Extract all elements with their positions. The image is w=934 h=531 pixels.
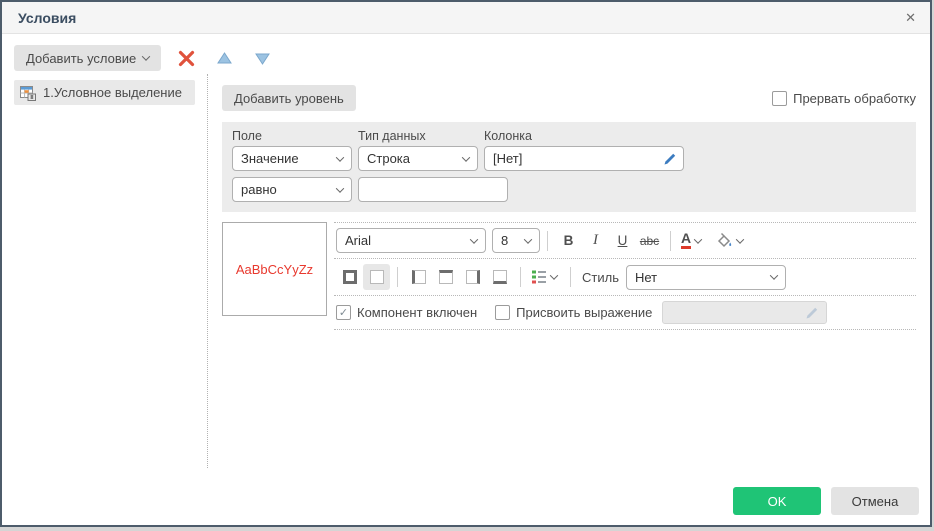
chevron-down-icon — [470, 235, 478, 243]
component-enabled-label: Компонент включен — [357, 305, 477, 320]
break-processing-checkbox[interactable]: Прервать обработку — [772, 91, 916, 106]
style-select-value: Нет — [635, 270, 657, 285]
level-editor: Добавить уровень Прервать обработку Поле… — [208, 72, 930, 472]
field-select-value: Значение — [241, 151, 299, 166]
style-editor: AaBbCcYyZz Arial 8 B — [222, 222, 916, 330]
ok-button[interactable]: OK — [733, 487, 821, 515]
border-top-button[interactable] — [432, 264, 459, 290]
font-size-value: 8 — [501, 233, 508, 248]
add-condition-button[interactable]: Добавить условие — [14, 45, 161, 71]
conditions-dialog: Условия ✕ Добавить условие — [0, 0, 932, 527]
expression-input-disabled — [662, 301, 827, 324]
dialog-title: Условия — [18, 10, 76, 26]
chevron-down-icon — [336, 184, 344, 192]
column-input[interactable] — [484, 146, 684, 171]
font-name-select[interactable]: Arial — [336, 228, 486, 253]
break-processing-label: Прервать обработку — [793, 91, 916, 106]
datatype-select-value: Строка — [367, 151, 410, 166]
style-preview-text: AaBbCcYyZz — [236, 262, 313, 277]
chevron-down-icon — [462, 153, 470, 161]
component-options-row: ✓ Компонент включен Присвоить выражение — [334, 295, 916, 330]
chevron-down-icon — [550, 271, 558, 279]
main-content: 1.Условное выделение Добавить уровень Пр… — [2, 72, 930, 472]
condition-form-row-1: Поле Значение Тип данных Строка — [232, 129, 906, 171]
font-toolbar: Arial 8 B I U abc — [334, 222, 916, 258]
chevron-down-icon — [142, 52, 150, 60]
list-item-label: 1.Условное выделение — [43, 85, 182, 100]
style-select[interactable]: Нет — [626, 265, 786, 290]
operand-input[interactable] — [358, 177, 508, 202]
dialog-footer: OK Отмена — [733, 487, 919, 515]
chevron-down-icon — [336, 153, 344, 161]
title-bar: Условия ✕ — [2, 2, 930, 34]
datatype-select[interactable]: Строка — [358, 146, 478, 171]
font-size-select[interactable]: 8 — [492, 228, 540, 253]
checkbox-checked-icon: ✓ — [336, 305, 351, 320]
edit-pencil-icon[interactable] — [663, 152, 677, 166]
cancel-button[interactable]: Отмена — [831, 487, 919, 515]
font-name-value: Arial — [345, 233, 371, 248]
field-select[interactable]: Значение — [232, 146, 352, 171]
separator — [520, 267, 521, 287]
toolbar: Добавить условие — [2, 34, 930, 72]
checkbox-unchecked-icon — [495, 305, 510, 320]
fill-color-icon — [715, 232, 733, 249]
separator — [670, 231, 671, 251]
separator — [547, 231, 548, 251]
assign-expression-checkbox[interactable]: Присвоить выражение — [495, 305, 652, 320]
checkbox-unchecked-icon — [772, 91, 787, 106]
component-enabled-checkbox[interactable]: ✓ Компонент включен — [336, 305, 477, 320]
line-style-icon — [531, 269, 547, 285]
assign-expression-label: Присвоить выражение — [516, 305, 652, 320]
border-left-button[interactable] — [405, 264, 432, 290]
column-label: Колонка — [484, 129, 684, 143]
underline-button[interactable]: U — [609, 228, 636, 253]
add-condition-label: Добавить условие — [26, 51, 136, 66]
italic-button[interactable]: I — [582, 228, 609, 253]
border-toolbar: Стиль Нет — [334, 258, 916, 295]
font-color-button[interactable]: A — [678, 232, 704, 249]
border-right-button[interactable] — [459, 264, 486, 290]
border-none-button[interactable] — [363, 264, 390, 290]
operator-select-value: равно — [241, 182, 277, 197]
strikethrough-button[interactable]: abc — [636, 228, 663, 253]
field-label: Поле — [232, 129, 352, 143]
bold-button[interactable]: B — [555, 228, 582, 253]
border-all-button[interactable] — [336, 264, 363, 290]
operator-select[interactable]: равно — [232, 177, 352, 202]
chevron-down-icon — [524, 235, 532, 243]
condition-form-row-2: равно — [232, 177, 906, 202]
border-bottom-button[interactable] — [486, 264, 513, 290]
font-color-icon: A — [681, 232, 691, 249]
list-item[interactable]: 1.Условное выделение — [14, 80, 195, 105]
separator — [397, 267, 398, 287]
add-level-label: Добавить уровень — [234, 91, 344, 106]
chevron-down-icon — [770, 271, 778, 279]
separator — [570, 267, 571, 287]
add-level-button[interactable]: Добавить уровень — [222, 85, 356, 111]
datatype-label: Тип данных — [358, 129, 478, 143]
chevron-down-icon — [736, 235, 744, 243]
style-label: Стиль — [582, 270, 619, 285]
fill-color-button[interactable] — [712, 232, 746, 249]
chevron-down-icon — [694, 235, 702, 243]
delete-condition-icon[interactable] — [173, 45, 199, 71]
conditional-highlight-icon — [20, 85, 36, 101]
move-down-icon[interactable] — [249, 45, 275, 71]
move-up-icon[interactable] — [211, 45, 237, 71]
conditions-list: 1.Условное выделение — [2, 72, 207, 472]
level-bar: Добавить уровень Прервать обработку — [222, 84, 916, 112]
line-style-button[interactable] — [528, 269, 560, 285]
edit-pencil-icon — [805, 306, 819, 320]
style-preview: AaBbCcYyZz — [222, 222, 327, 316]
close-icon[interactable]: ✕ — [905, 10, 916, 26]
condition-form: Поле Значение Тип данных Строка — [222, 122, 916, 212]
